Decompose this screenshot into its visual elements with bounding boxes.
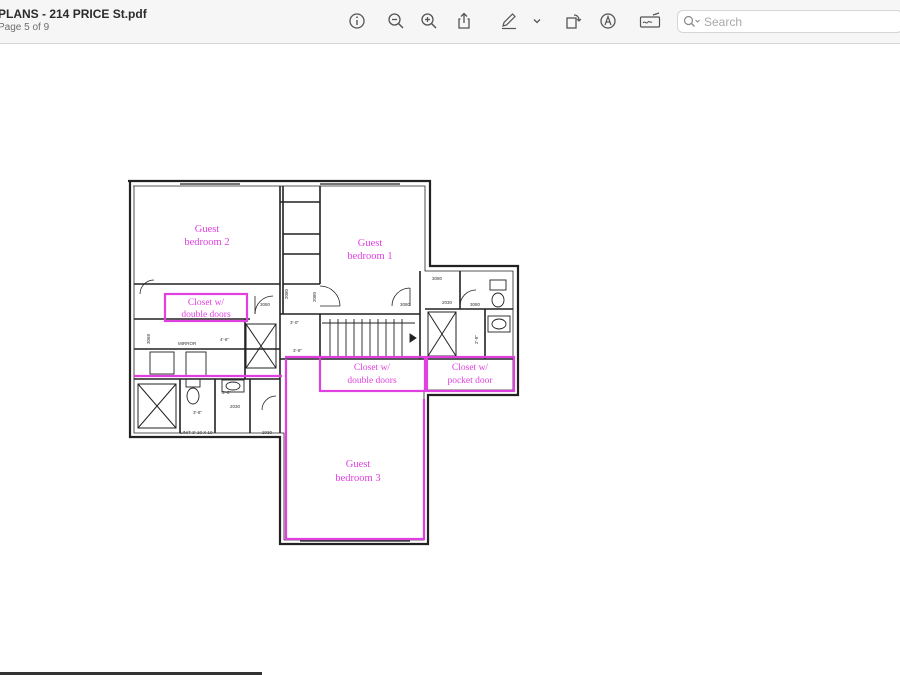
markup-menu-button[interactable] — [529, 10, 545, 32]
closet-label: Closet w/ — [354, 363, 391, 373]
dim-label: 3080 — [432, 276, 443, 281]
dim-label: 2030 — [230, 404, 241, 409]
room-labels: Guest bedroom 2 Guest bedroom 1 Guest be… — [184, 224, 392, 484]
dim-label: 3080 — [400, 302, 411, 307]
window-marks — [180, 180, 495, 545]
document-title: PLANS - 214 PRICE St.pdf — [0, 7, 147, 21]
guest-bedroom-2-label: bedroom 2 — [184, 237, 229, 248]
dim-label: 3'-6" — [222, 390, 231, 395]
dim-label: 3'-0" — [290, 320, 299, 325]
zoom-out-icon — [388, 13, 404, 29]
signature-button[interactable] — [638, 10, 662, 32]
search-input[interactable] — [701, 14, 894, 29]
zoom-in-icon — [421, 13, 437, 29]
annotate-circle-a-icon — [600, 13, 616, 29]
search-icon — [683, 15, 701, 29]
closet-label: pocket door — [447, 376, 493, 386]
dim-label: 3080 — [260, 302, 271, 307]
dim-label: 4'-6" — [220, 337, 229, 342]
floor-plan-drawing: 3080 2080 2080 3080 3080 3080 3068 MIRRO… — [128, 179, 520, 546]
zoom-out-button[interactable] — [385, 10, 407, 32]
annotate-button[interactable] — [597, 10, 619, 32]
closet-label: Closet w/ — [452, 363, 489, 373]
rotate-icon — [566, 14, 582, 29]
info-icon — [349, 13, 365, 29]
title-block: PLANS - 214 PRICE St.pdf Page 5 of 9 — [0, 7, 147, 34]
rotate-button[interactable] — [562, 10, 584, 32]
signature-icon — [639, 12, 661, 28]
guest-bedroom-1-label: bedroom 1 — [347, 251, 392, 262]
dim-label: 2080 — [312, 291, 317, 302]
pdf-page: 3080 2080 2080 3080 3080 3080 3068 MIRRO… — [0, 44, 900, 675]
zoom-in-button[interactable] — [418, 10, 440, 32]
dim-label: LIN/T 3'-10 X 10 — [180, 430, 213, 435]
search-field[interactable] — [677, 10, 900, 33]
toolbar: PLANS - 214 PRICE St.pdf Page 5 of 9 — [0, 0, 900, 44]
guest-bedroom-2-label: Guest — [195, 224, 220, 235]
closet-label: Closet w/ — [188, 298, 225, 308]
dim-label: 2'-8" — [474, 335, 479, 344]
dim-label: 3068 — [146, 333, 151, 344]
chevron-down-icon — [533, 19, 541, 24]
guest-bedroom-1-label: Guest — [358, 238, 383, 249]
guest-bedroom-3-label: bedroom 3 — [335, 473, 380, 484]
share-icon — [458, 12, 470, 29]
pdf-viewer-window: PLANS - 214 PRICE St.pdf Page 5 of 9 Sea… — [0, 0, 900, 675]
markup-pen-button[interactable] — [498, 10, 520, 32]
highlight-outlines — [134, 292, 516, 541]
dim-label: 3080 — [470, 302, 481, 307]
dim-label: 2030 — [442, 300, 453, 305]
closet-label: double doors — [181, 310, 231, 320]
markup-pen-icon — [502, 13, 516, 30]
closet-label: double doors — [347, 376, 397, 386]
dim-label: 3'-8" — [193, 410, 202, 415]
stairs — [322, 319, 417, 357]
dim-label: 2080 — [284, 288, 289, 299]
dim-label: 3'-8" — [293, 348, 302, 353]
dim-label: MIRROR — [178, 341, 197, 346]
dim-label: 2030 — [262, 430, 273, 435]
info-button[interactable] — [346, 10, 368, 32]
page-indicator: Page 5 of 9 — [0, 22, 50, 33]
share-button[interactable] — [453, 10, 475, 32]
guest-bedroom-3-label: Guest — [346, 459, 371, 470]
